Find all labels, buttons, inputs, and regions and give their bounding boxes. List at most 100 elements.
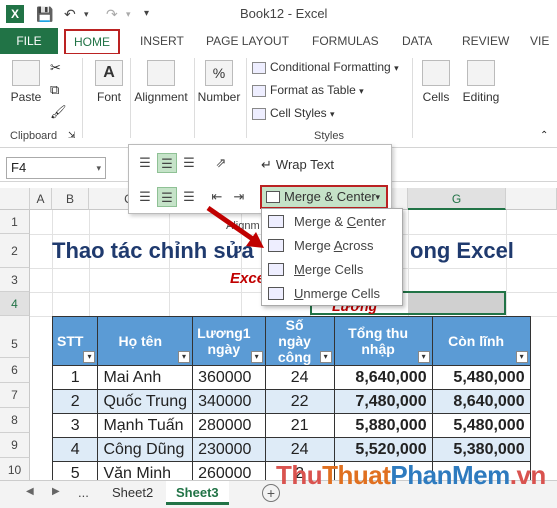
cell[interactable]: 280000 <box>192 413 266 438</box>
cell[interactable]: 8,640,000 <box>333 365 433 390</box>
cell[interactable]: 5,480,000 <box>431 365 531 390</box>
cell[interactable]: 5,480,000 <box>431 413 531 438</box>
row-header[interactable]: 8 <box>0 408 30 433</box>
sheet-tab-active[interactable]: Sheet3 <box>166 481 229 505</box>
clipboard-launcher-icon[interactable]: ⇲ <box>68 130 76 141</box>
redo-dropdown-icon[interactable]: ▾ <box>126 5 131 23</box>
row-header[interactable]: 3 <box>0 268 30 292</box>
decrease-indent-icon[interactable]: ⇤ <box>207 187 227 207</box>
cell[interactable]: 230000 <box>192 437 266 462</box>
copy-icon[interactable]: ⧉ <box>50 82 59 98</box>
cell[interactable]: Quốc Trung <box>97 389 194 414</box>
more-sheets-button[interactable]: ... <box>78 485 89 500</box>
undo-icon[interactable]: ↶ <box>64 5 76 23</box>
cell[interactable]: 360000 <box>192 365 266 390</box>
tab-page-layout[interactable]: PAGE LAYOUT <box>206 28 289 54</box>
cell[interactable]: 260000 <box>192 461 266 480</box>
name-box[interactable]: F4 ▾ <box>6 157 106 179</box>
top-align-icon[interactable]: ☰ <box>135 153 155 173</box>
table-header[interactable]: STT ▾ <box>51 316 99 366</box>
align-center-icon[interactable]: ☰ <box>157 187 177 207</box>
menu-item-unmerge-cells[interactable]: Unmerge Cells <box>262 283 402 305</box>
cell[interactable]: 2 <box>51 389 99 414</box>
sheet-tab[interactable]: Sheet2 <box>102 481 163 505</box>
select-all-corner[interactable] <box>0 188 30 210</box>
undo-dropdown-icon[interactable]: ▾ <box>84 5 89 23</box>
column-header-selected[interactable]: G <box>408 188 506 210</box>
next-sheet-icon[interactable]: ▶ <box>52 486 60 497</box>
cell[interactable]: 1 <box>51 365 99 390</box>
redo-icon[interactable]: ↷ <box>106 5 118 23</box>
wrap-text-button[interactable]: ↵ Wrap Text <box>261 157 334 173</box>
row-header[interactable]: 1 <box>0 210 30 234</box>
menu-item-merge-cells[interactable]: Merge Cells <box>262 259 402 281</box>
middle-align-icon[interactable]: ☰ <box>157 153 177 173</box>
cell[interactable]: 340000 <box>192 389 266 414</box>
cell[interactable]: 24 <box>264 437 335 462</box>
format-painter-icon[interactable]: 🖌 <box>50 104 67 120</box>
save-icon[interactable]: 💾 <box>36 5 53 23</box>
table-header[interactable]: Lương1 ngày ▾ <box>192 316 266 366</box>
row-header[interactable]: 10 <box>0 458 30 480</box>
column-header[interactable]: A <box>30 188 52 210</box>
chevron-down-icon[interactable]: ▾ <box>96 158 101 178</box>
align-right-icon[interactable]: ☰ <box>179 187 199 207</box>
chevron-down-icon[interactable]: ▾ <box>375 187 380 207</box>
tab-home[interactable]: HOME <box>64 29 120 55</box>
cell[interactable]: Văn Minh <box>97 461 194 480</box>
table-header[interactable]: Số ngày công ▾ <box>264 316 335 366</box>
cells-button[interactable]: Cells <box>418 60 454 104</box>
cell[interactable]: Mai Anh <box>97 365 194 390</box>
cell[interactable]: 24 <box>264 365 335 390</box>
tab-file[interactable]: FILE <box>0 28 58 54</box>
collapse-ribbon-icon[interactable]: ⌃ <box>540 130 548 141</box>
cell[interactable]: 3 <box>51 413 99 438</box>
filter-icon[interactable]: ▾ <box>319 351 332 363</box>
cell[interactable]: 8,640,000 <box>431 389 531 414</box>
font-button[interactable]: A Font <box>92 60 126 104</box>
table-header[interactable]: Tổng thu nhập ▾ <box>333 316 433 366</box>
cell[interactable]: 5 <box>51 461 99 480</box>
filter-icon[interactable]: ▾ <box>417 351 430 363</box>
tab-insert[interactable]: INSERT <box>140 28 184 54</box>
cell[interactable]: 7,480,000 <box>333 389 433 414</box>
filter-icon[interactable]: ▾ <box>83 351 96 363</box>
filter-icon[interactable]: ▾ <box>178 351 191 363</box>
cell[interactable]: 5,520,000 <box>333 437 433 462</box>
tab-data[interactable]: DATA <box>402 28 432 54</box>
prev-sheet-icon[interactable]: ◀ <box>26 486 34 497</box>
column-header[interactable]: B <box>52 188 89 210</box>
cell[interactable]: Công Dũng <box>97 437 194 462</box>
bottom-align-icon[interactable]: ☰ <box>179 153 199 173</box>
cell[interactable]: 22 <box>264 389 335 414</box>
row-header[interactable]: 7 <box>0 383 30 408</box>
menu-item-merge-center[interactable]: Merge & Center <box>262 211 402 233</box>
number-button[interactable]: % Number <box>196 60 242 104</box>
row-header[interactable]: 9 <box>0 433 30 458</box>
tab-review[interactable]: REVIEW <box>462 28 509 54</box>
orientation-icon[interactable]: ⇗ <box>211 153 231 173</box>
row-header[interactable]: 2 <box>0 234 30 268</box>
filter-icon[interactable]: ▾ <box>515 351 528 363</box>
cut-icon[interactable]: ✂ <box>50 60 61 76</box>
table-header[interactable]: Họ tên ▾ <box>97 316 194 366</box>
align-left-icon[interactable]: ☰ <box>135 187 155 207</box>
row-header[interactable]: 5 <box>0 316 30 358</box>
alignment-button[interactable]: Alignment <box>132 60 190 104</box>
increase-indent-icon[interactable]: ⇥ <box>229 187 249 207</box>
customize-toolbar-icon[interactable]: ▾ <box>144 5 149 23</box>
row-header[interactable]: 6 <box>0 358 30 383</box>
tab-view[interactable]: VIE <box>530 28 549 54</box>
cell[interactable]: 21 <box>264 413 335 438</box>
cell[interactable]: 4 <box>51 437 99 462</box>
editing-button[interactable]: Editing <box>458 60 504 104</box>
menu-item-merge-across[interactable]: Merge Across <box>262 235 402 257</box>
tab-formulas[interactable]: FORMULAS <box>312 28 379 54</box>
table-header[interactable]: Còn lĩnh ▾ <box>431 316 531 366</box>
cell[interactable]: 5,880,000 <box>333 413 433 438</box>
filter-icon[interactable]: ▾ <box>250 351 263 363</box>
conditional-formatting-button[interactable]: Conditional Formatting ▾ <box>252 60 399 74</box>
cell[interactable]: 5,380,000 <box>431 437 531 462</box>
merge-center-button[interactable]: Merge & Center ▾ <box>260 185 388 209</box>
excel-app-icon[interactable]: X <box>6 5 24 23</box>
